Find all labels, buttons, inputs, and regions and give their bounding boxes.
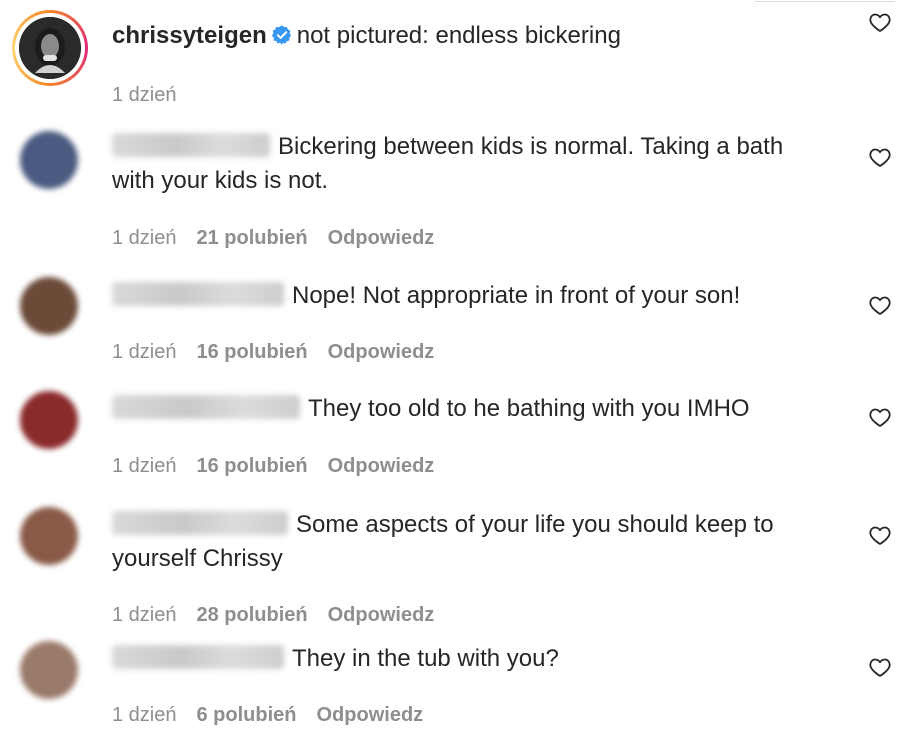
commenter-avatar[interactable] [20,507,78,565]
comment-text: Some aspects of your life you should kee… [296,511,774,538]
commenter-avatar[interactable] [20,391,78,449]
comment-meta: 1 dzień 6 polubień Odpowiedz [112,704,443,727]
reply-button[interactable]: Odpowiedz [328,227,435,249]
comment-text: They in the tub with you? [292,645,559,672]
comment-time[interactable]: 1 dzień [112,604,177,626]
author-username[interactable]: chrissyteigen [112,22,267,49]
caption-meta: 1 dzień [112,84,197,107]
heart-outline-icon[interactable] [868,145,892,169]
comment-text-line: Bickering between kids is normal. Taking… [112,130,783,164]
commenter-avatar[interactable] [20,131,78,189]
comment-meta: 1 dzień 21 polubień Odpowiedz [112,227,454,250]
comment-text-line: with your kids is not. [112,164,328,198]
comment-likes[interactable]: 16 polubień [197,455,308,477]
verified-badge-icon [271,22,293,45]
comment-likes[interactable]: 16 polubień [197,341,308,363]
comment-text-line: Nope! Not appropriate in front of your s… [112,279,740,313]
comment-text: with your kids is not. [112,167,329,194]
blurred-username[interactable] [112,282,284,306]
comment-text-line: Some aspects of your life you should kee… [112,508,774,542]
comment-meta: 1 dzień 16 polubień Odpowiedz [112,455,454,478]
comment-meta: 1 dzień 28 polubień Odpowiedz [112,604,454,627]
heart-outline-icon[interactable] [868,293,892,317]
reply-button[interactable]: Odpowiedz [317,704,424,726]
comment-time[interactable]: 1 dzień [112,341,177,363]
comment-time[interactable]: 1 dzień [112,455,177,477]
caption-text: not pictured: endless bickering [296,22,621,49]
comment-text-line: They in the tub with you? [112,642,559,676]
comment-time[interactable]: 1 dzień [112,227,177,249]
comment-likes[interactable]: 21 polubień [197,227,308,249]
reply-button[interactable]: Odpowiedz [328,604,435,626]
comment-likes[interactable]: 6 polubień [197,704,297,726]
caption-time[interactable]: 1 dzień [112,84,177,106]
post-caption: chrissyteigen not pictured: endless bicke… [0,0,900,120]
commenter-avatar[interactable] [20,641,78,699]
reply-button[interactable]: Odpowiedz [328,341,435,363]
author-avatar[interactable] [12,10,88,86]
author-photo [19,17,81,79]
heart-outline-icon[interactable] [868,523,892,547]
comment-meta: 1 dzień 16 polubień Odpowiedz [112,341,454,364]
comment-text: They too old to he bathing with you IMHO [308,395,750,422]
comment-likes[interactable]: 28 polubień [197,604,308,626]
blurred-username[interactable] [112,511,288,535]
reply-button[interactable]: Odpowiedz [328,455,435,477]
heart-outline-icon[interactable] [868,405,892,429]
caption-line: chrissyteigen not pictured: endless bicke… [112,19,621,53]
comment-text-line: yourself Chrissy [112,542,283,576]
comment-text: yourself Chrissy [112,545,283,572]
blurred-username[interactable] [112,645,284,669]
heart-outline-icon[interactable] [868,10,892,34]
heart-outline-icon[interactable] [868,655,892,679]
comment-text: Bickering between kids is normal. Taking… [278,133,784,160]
comment-text: Nope! Not appropriate in front of your s… [292,282,741,309]
blurred-username[interactable] [112,395,300,419]
comment-time[interactable]: 1 dzień [112,704,177,726]
comment-text-line: They too old to he bathing with you IMHO [112,392,750,426]
commenter-avatar[interactable] [20,277,78,335]
blurred-username[interactable] [112,133,270,157]
